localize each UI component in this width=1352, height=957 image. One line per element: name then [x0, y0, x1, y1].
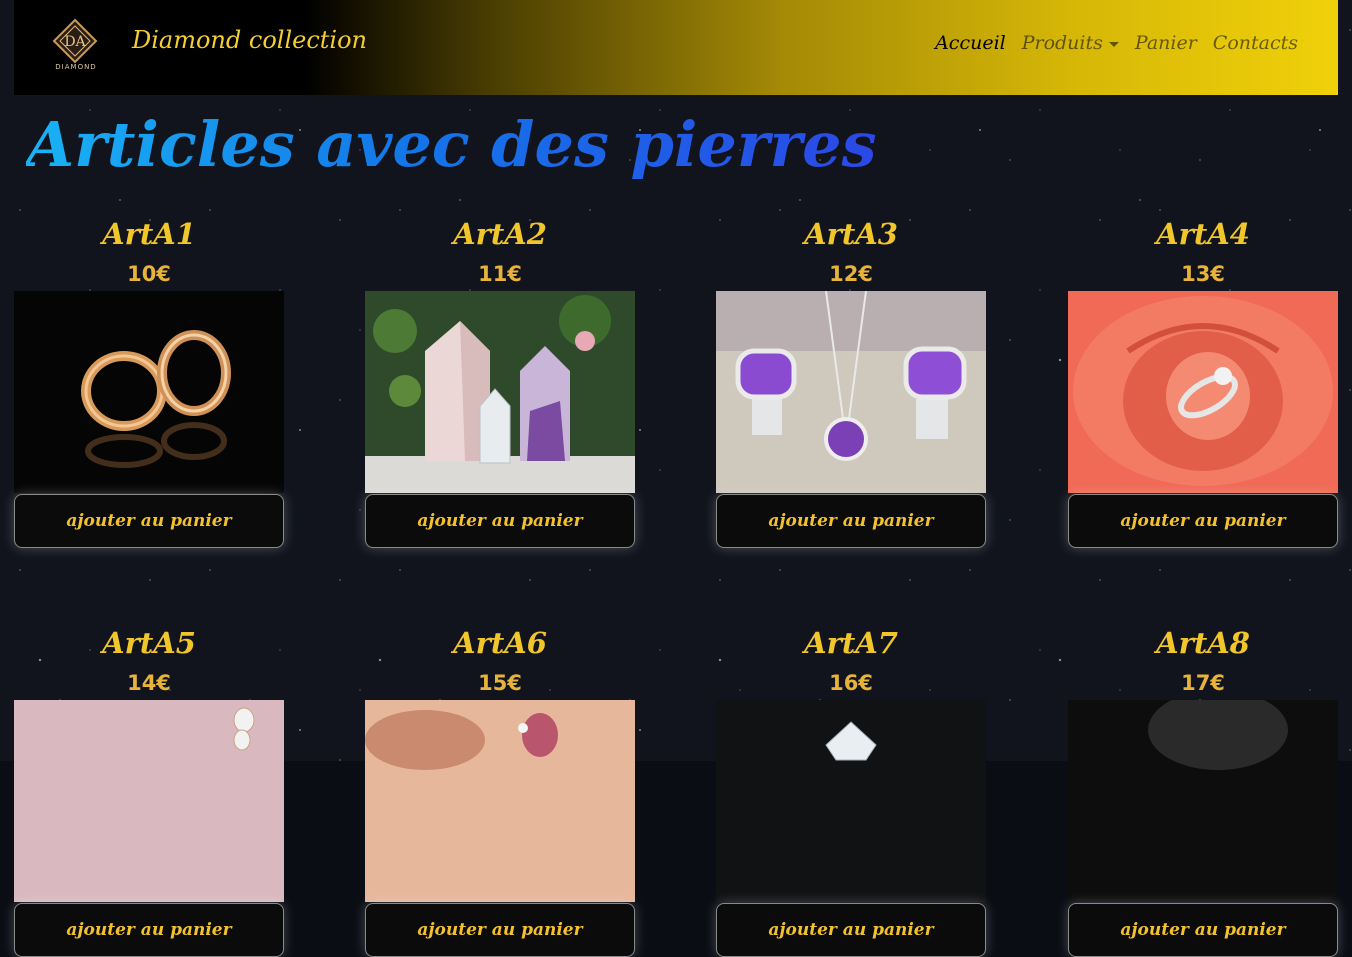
product-price: 11€ [478, 262, 522, 286]
product-image [716, 291, 986, 493]
product-card: ArtA7 16€ ajouter au panier [716, 623, 986, 957]
add-to-cart-button[interactable]: ajouter au panier [14, 903, 284, 957]
add-to-cart-button[interactable]: ajouter au panier [1068, 903, 1338, 957]
add-to-cart-button[interactable]: ajouter au panier [716, 903, 986, 957]
product-image [14, 700, 284, 902]
nav-dropdown-produits[interactable]: Produits [1022, 32, 1119, 54]
product-name: ArtA5 [102, 626, 196, 660]
svg-text:DA: DA [64, 34, 86, 50]
navbar: DA DIAMOND Diamond collection Accueil Pr… [14, 0, 1338, 95]
product-name: ArtA2 [453, 217, 547, 251]
product-name: ArtA1 [102, 217, 196, 251]
product-image [716, 700, 986, 902]
product-card: ArtA5 14€ ajouter au panier [14, 623, 284, 957]
product-card: ArtA6 15€ ajouter au panier [365, 623, 635, 957]
product-card: ArtA1 10€ ajouter au panier [14, 214, 284, 548]
product-image [1068, 291, 1338, 493]
product-name: ArtA6 [453, 626, 547, 660]
product-price: 10€ [127, 262, 171, 286]
add-to-cart-button[interactable]: ajouter au panier [1068, 494, 1338, 548]
nav-links: Accueil Produits Panier Contacts [935, 32, 1298, 54]
add-to-cart-button[interactable]: ajouter au panier [14, 494, 284, 548]
product-image [1068, 700, 1338, 902]
product-name: ArtA7 [804, 626, 898, 660]
add-to-cart-button[interactable]: ajouter au panier [365, 494, 635, 548]
product-card: ArtA2 11€ ajouter au panier [365, 214, 635, 548]
product-name: ArtA3 [804, 217, 898, 251]
logo-wordmark: DIAMOND [55, 63, 97, 71]
nav-link-panier[interactable]: Panier [1135, 32, 1197, 54]
product-price: 14€ [127, 671, 171, 695]
product-image [365, 700, 635, 902]
product-name: ArtA4 [1156, 217, 1250, 251]
brand-name[interactable]: Diamond collection [132, 26, 367, 54]
add-to-cart-button[interactable]: ajouter au panier [716, 494, 986, 548]
caret-down-icon [1108, 42, 1119, 47]
product-card: ArtA8 17€ ajouter au panier [1068, 623, 1338, 957]
product-image [14, 291, 284, 493]
product-card: ArtA3 12€ ajouter au panier [716, 214, 986, 548]
nav-link-contacts[interactable]: Contacts [1213, 32, 1298, 54]
product-price: 17€ [1181, 671, 1225, 695]
product-price: 16€ [829, 671, 873, 695]
product-name: ArtA8 [1156, 626, 1250, 660]
product-card: ArtA4 13€ ajouter au panier [1068, 214, 1338, 548]
add-to-cart-button[interactable]: ajouter au panier [365, 903, 635, 957]
product-price: 13€ [1181, 262, 1225, 286]
product-image [365, 291, 635, 493]
nav-link-accueil[interactable]: Accueil [935, 32, 1006, 54]
product-price: 12€ [829, 262, 873, 286]
nav-link-produits[interactable]: Produits [1022, 32, 1103, 54]
page-title: Articles avec des pierres [26, 108, 877, 181]
product-price: 15€ [478, 671, 522, 695]
